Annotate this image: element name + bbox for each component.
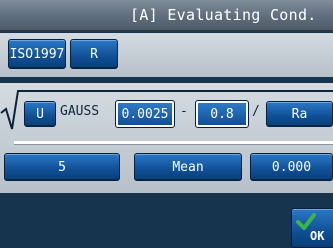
result-param-button[interactable]: Ra xyxy=(266,101,333,127)
result-value-button[interactable]: 0.000 xyxy=(250,153,333,181)
title-bar: [A] Evaluating Cond. xyxy=(0,0,333,32)
ok-button[interactable]: OK xyxy=(291,208,333,248)
square-root-bar xyxy=(18,90,333,92)
profile-param-button[interactable]: R xyxy=(70,39,118,69)
square-root-icon xyxy=(0,90,22,130)
evaluating-conditions-screen: [A] Evaluating Cond. ISO1997 R U GAUSS 0… xyxy=(0,0,333,248)
footer-bar xyxy=(0,196,333,248)
upper-value-field[interactable]: 0.8 xyxy=(195,100,249,128)
standard-button[interactable]: ISO1997 xyxy=(8,39,66,69)
lower-value-field[interactable]: 0.0025 xyxy=(115,100,175,128)
minus-sign: - xyxy=(180,104,188,119)
slash-sign: / xyxy=(252,104,260,119)
standard-panel: ISO1997 R xyxy=(0,33,333,77)
formula-panel: U GAUSS 0.0025 - 0.8 / Ra 5 Mean 0.000 xyxy=(0,83,333,193)
formula-divider xyxy=(14,141,333,144)
ok-label: OK xyxy=(310,229,325,243)
method-button[interactable]: Mean xyxy=(134,153,242,181)
count-button[interactable]: 5 xyxy=(4,153,120,181)
root-param-button[interactable]: U xyxy=(24,101,56,127)
filter-label: GAUSS xyxy=(60,104,100,119)
screen-title: [A] Evaluating Cond. xyxy=(130,6,317,24)
